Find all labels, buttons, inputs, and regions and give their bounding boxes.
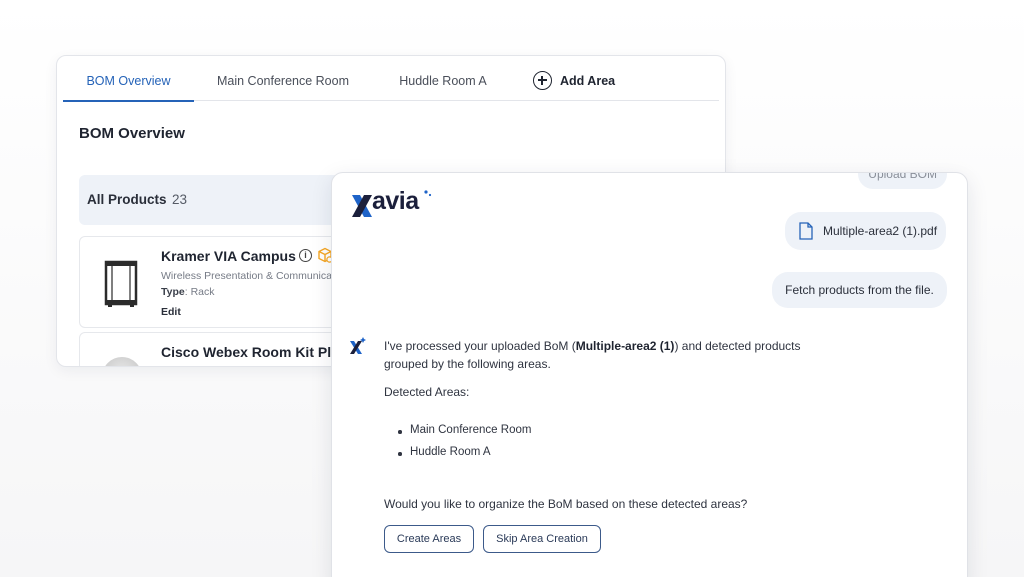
organize-question: Would you like to organize the BoM based… xyxy=(384,497,748,511)
info-icon[interactable]: i xyxy=(299,249,312,262)
detected-area-item: Huddle Room A xyxy=(398,446,491,458)
product-type-label: Type xyxy=(161,286,185,298)
edit-link[interactable]: Edit xyxy=(161,306,181,318)
all-products-label: All Products xyxy=(87,192,167,207)
detected-areas-label: Detected Areas: xyxy=(384,385,470,399)
product-name: Cisco Webex Room Kit Plu xyxy=(161,344,340,360)
xavia-bot-icon xyxy=(350,337,366,354)
user-message-fetch: Fetch products from the file. xyxy=(772,272,947,308)
plus-circle-icon xyxy=(533,71,552,90)
webex-product-image xyxy=(102,357,142,366)
detected-area-item: Main Conference Room xyxy=(397,424,532,436)
user-message-file[interactable]: Multiple-area2 (1).pdf xyxy=(785,212,946,250)
add-area-label: Add Area xyxy=(560,74,616,88)
user-message-upload: Upload BOM xyxy=(858,173,947,189)
product-type-value: : Rack xyxy=(184,286,215,298)
bot-message: I've processed your uploaded BoM (Multip… xyxy=(384,337,824,373)
bot-message-filename: Multiple-area2 (1) xyxy=(575,339,675,353)
product-type: Type: Rack xyxy=(161,286,215,298)
skip-area-creation-button[interactable]: Skip Area Creation xyxy=(483,525,601,553)
product-description: Wireless Presentation & Communica xyxy=(161,270,332,282)
page-title: BOM Overview xyxy=(79,125,185,142)
file-name: Multiple-area2 (1).pdf xyxy=(823,224,938,238)
document-icon xyxy=(799,222,813,240)
product-name: Kramer VIA Campus xyxy=(161,248,296,264)
logo-text: avia xyxy=(372,187,419,215)
create-areas-button[interactable]: Create Areas xyxy=(384,525,474,553)
all-products-count: 23 xyxy=(172,192,188,207)
add-area-button[interactable]: Add Area xyxy=(533,56,623,101)
tab-bom-overview[interactable]: BOM Overview xyxy=(63,56,194,102)
tab-huddle-room-a[interactable]: Huddle Room A xyxy=(393,56,493,101)
rack-product-image xyxy=(104,260,138,307)
tab-main-conference-room[interactable]: Main Conference Room xyxy=(213,56,353,101)
bot-message-prefix: I've processed your uploaded BoM ( xyxy=(384,339,576,353)
area-tabs: BOM Overview Main Conference Room Huddle… xyxy=(63,56,719,102)
xavia-chat-panel: Upload BOM avia Multiple-area2 (1).pdf F… xyxy=(331,172,968,577)
